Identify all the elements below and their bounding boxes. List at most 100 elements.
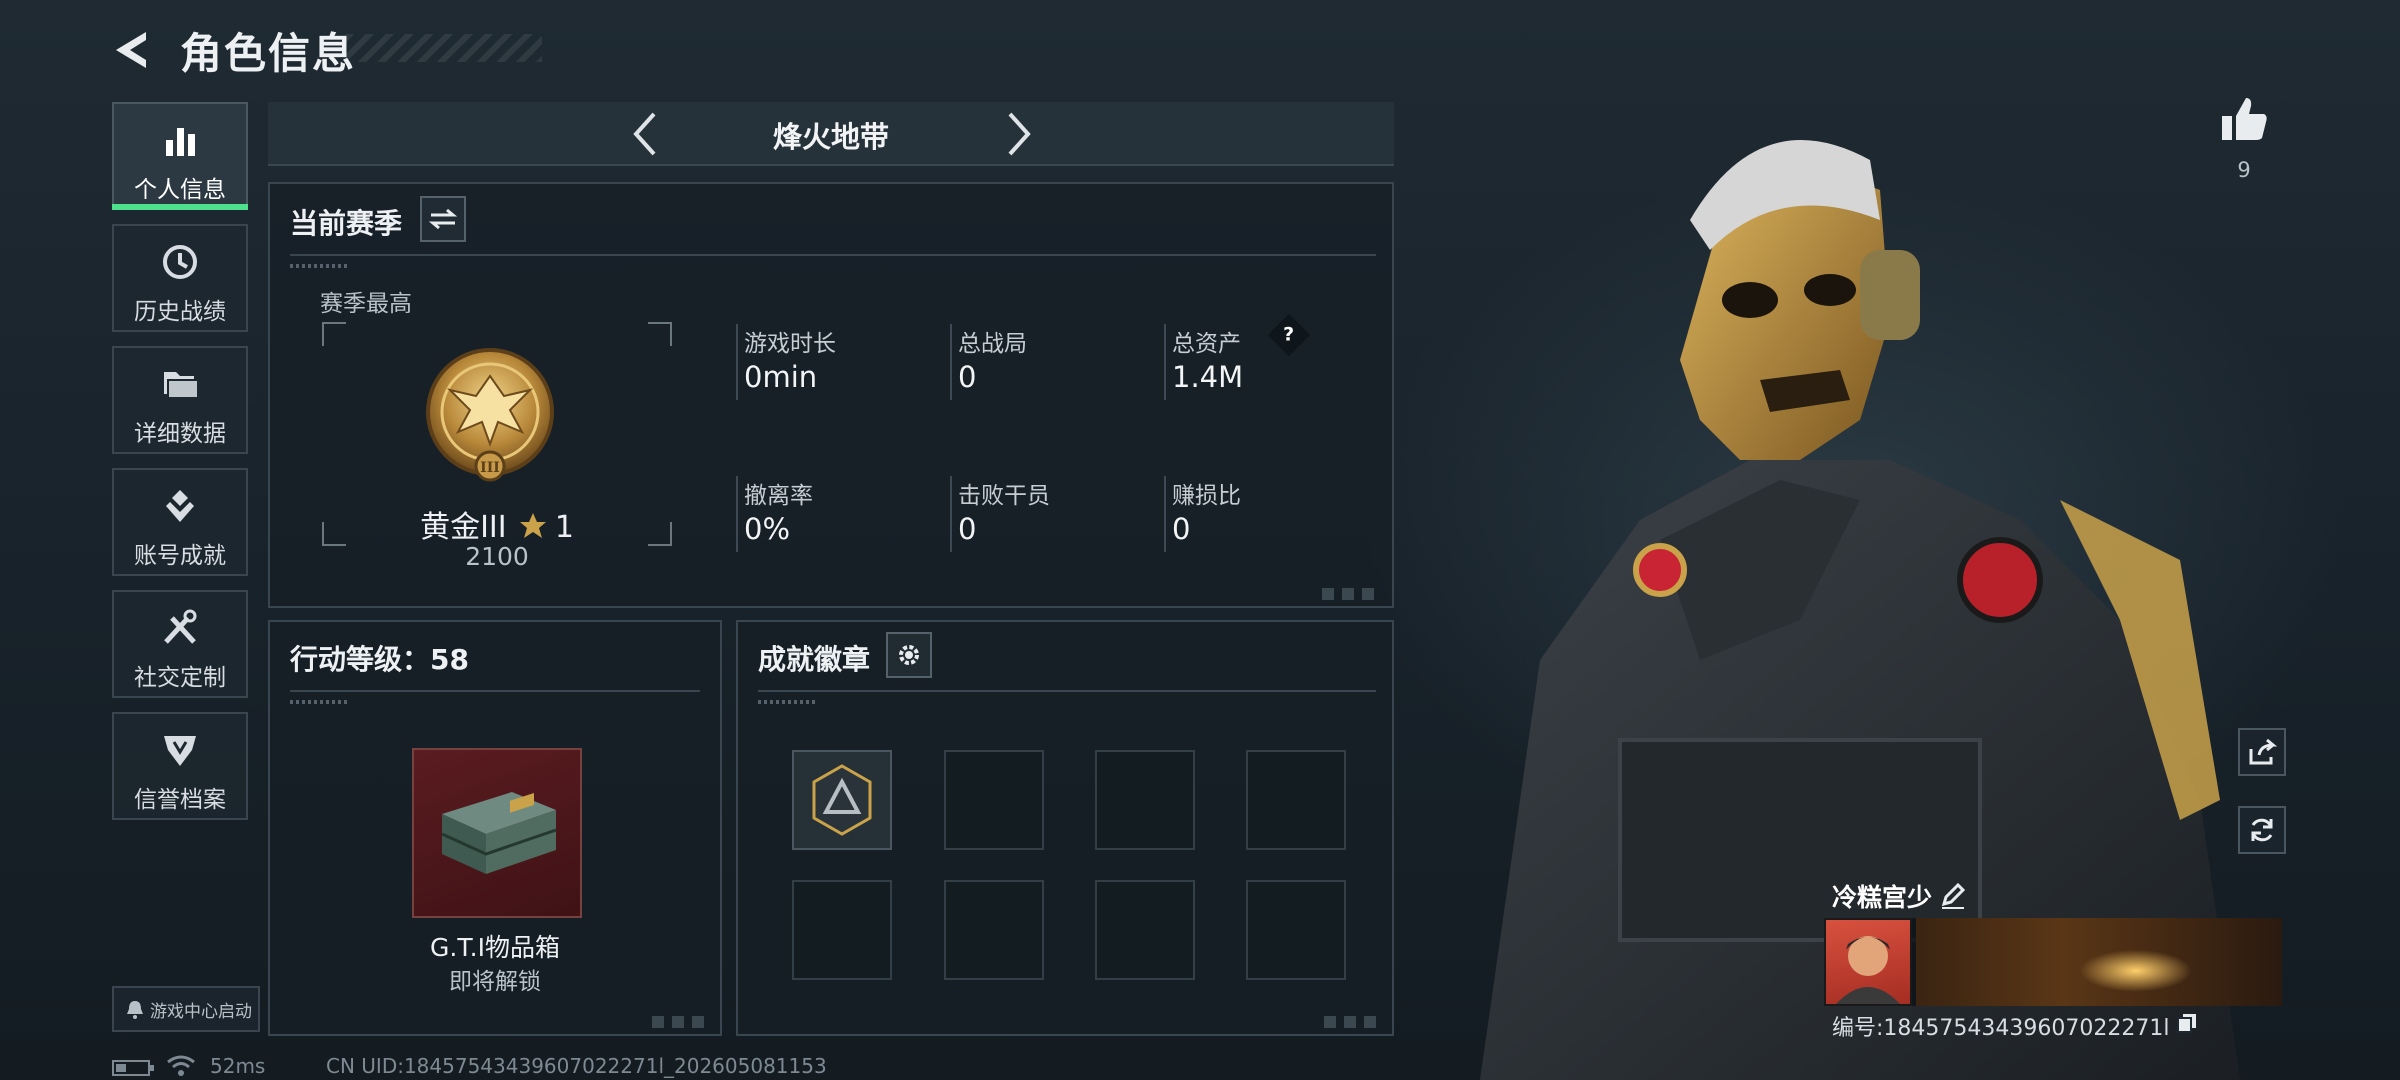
reward-status: 即将解锁 [449, 969, 541, 995]
achievement-icon [166, 490, 194, 522]
divider [290, 690, 700, 692]
season-best-label: 赛季最高 [320, 291, 412, 317]
badge-slot[interactable] [792, 750, 892, 850]
help-icon: ? [1283, 324, 1295, 346]
gear-icon [899, 645, 919, 665]
copy-id-button[interactable] [2176, 1012, 2198, 1034]
stat-divider [950, 324, 952, 400]
badge-slot[interactable] [944, 880, 1044, 980]
assets-help-button[interactable]: ? [1267, 313, 1311, 357]
season-title: 当前赛季 [290, 207, 403, 240]
chevron-right-icon [1008, 112, 1031, 156]
frame-corner [322, 322, 346, 346]
ping-readout: 52ms [210, 1054, 266, 1078]
mode-selector: 烽火地带 [268, 102, 1394, 166]
stat-value: 1.4M [1172, 360, 1244, 394]
rank-line: 黄金III 1 [322, 502, 672, 546]
badge-slot[interactable] [944, 750, 1044, 850]
game-center-button[interactable]: 游戏中心启动 [112, 986, 260, 1032]
sidebar-item-history[interactable]: 历史战绩 [112, 224, 248, 332]
sidebar-item-label: 社交定制 [134, 665, 226, 691]
sidebar-item-personal-info[interactable]: 个人信息 [112, 102, 248, 210]
sidebar-item-achievements[interactable]: 账号成就 [112, 468, 248, 576]
reward-name: G.T.I物品箱 [430, 933, 560, 962]
thumbs-up-icon [2222, 98, 2267, 140]
badge-slot[interactable] [1246, 750, 1346, 850]
battery-icon [112, 1060, 154, 1076]
divider-tick [290, 264, 350, 268]
like-button[interactable] [2216, 92, 2272, 148]
title-decoration [346, 34, 542, 62]
swap-icon [429, 208, 457, 230]
back-arrow-icon [116, 32, 146, 68]
frame-corner [648, 322, 672, 346]
action-level-title: 行动等级：58 [290, 643, 469, 676]
stat-value: 0% [744, 512, 791, 546]
stat-value: 0 [958, 360, 977, 394]
player-id: 编号:18457543439607022271l [1832, 1016, 2170, 1041]
divider-tick [290, 700, 350, 704]
sidebar-item-social[interactable]: 社交定制 [112, 590, 248, 698]
star-icon [519, 513, 546, 538]
sidebar-item-label: 账号成就 [134, 543, 226, 569]
sidebar-item-label: 个人信息 [134, 177, 226, 203]
tools-icon [164, 609, 197, 644]
stat-label: 总资产 [1172, 331, 1241, 357]
player-banner [1916, 918, 2282, 1006]
divider-tick [758, 700, 818, 704]
reward-item[interactable] [412, 748, 582, 918]
corner-decoration [652, 1016, 712, 1028]
sidebar-item-label: 信誉档案 [134, 787, 226, 813]
copy-icon [2177, 1014, 2196, 1033]
avatar[interactable] [1824, 918, 1912, 1006]
stat-divider [950, 476, 952, 552]
season-panel: 当前赛季 赛季最高 III 黄金III 1 2100 游戏时长 0min 总战局… [268, 182, 1394, 608]
back-button[interactable] [108, 26, 156, 74]
pencil-icon [1941, 882, 1966, 909]
stat-divider [1164, 476, 1166, 552]
stat-label: 游戏时长 [744, 331, 836, 357]
mode-next-button[interactable] [992, 108, 1044, 160]
stat-value: 0 [1172, 512, 1191, 546]
action-level-panel: 行动等级：58 G.T.I物品箱 即将解锁 [268, 620, 722, 1036]
wifi-icon [167, 1055, 195, 1076]
stat-label: 撤离率 [744, 483, 813, 509]
folder-icon [164, 372, 199, 399]
achievements-panel: 成就徽章 [736, 620, 1394, 1036]
svg-text:III: III [480, 460, 500, 476]
clock-icon [163, 245, 197, 279]
badge-slot[interactable] [1246, 880, 1346, 980]
reputation-icon [164, 736, 196, 766]
edit-name-button[interactable] [1938, 880, 1968, 910]
rank-stars: 1 [554, 510, 574, 545]
divider [758, 690, 1376, 692]
achievements-settings-button[interactable] [886, 632, 932, 678]
like-count: 9 [2237, 158, 2251, 182]
badge-slot[interactable] [1095, 880, 1195, 980]
share-icon [2249, 738, 2277, 765]
sidebar-item-reputation[interactable]: 信誉档案 [112, 712, 248, 820]
badge-slot[interactable] [792, 880, 892, 980]
stat-label: 总战局 [958, 331, 1027, 357]
sidebar-item-label: 历史战绩 [134, 299, 226, 325]
share-button[interactable] [2238, 728, 2286, 776]
uid-readout: CN UID:18457543439607022271l_20260508115… [326, 1054, 827, 1078]
sidebar-item-detailed-data[interactable]: 详细数据 [112, 346, 248, 454]
game-center-label: 游戏中心启动 [150, 1001, 252, 1022]
player-name: 冷糕宫少 [1832, 883, 1933, 912]
season-switch-button[interactable] [420, 196, 466, 242]
achievement-badge-icon [812, 764, 872, 836]
stat-divider [736, 476, 738, 552]
stat-value: 0 [958, 512, 977, 546]
page-title: 角色信息 [180, 29, 357, 78]
achievements-title: 成就徽章 [758, 643, 871, 676]
stat-divider [736, 324, 738, 400]
stat-divider [1164, 324, 1166, 400]
player-avatar-icon [1836, 936, 1900, 1004]
refresh-button[interactable] [2238, 806, 2286, 854]
divider [290, 254, 1376, 256]
corner-decoration [1322, 588, 1382, 600]
stat-value: 0min [744, 360, 818, 394]
badge-slot[interactable] [1095, 750, 1195, 850]
stat-label: 击败干员 [958, 483, 1050, 509]
